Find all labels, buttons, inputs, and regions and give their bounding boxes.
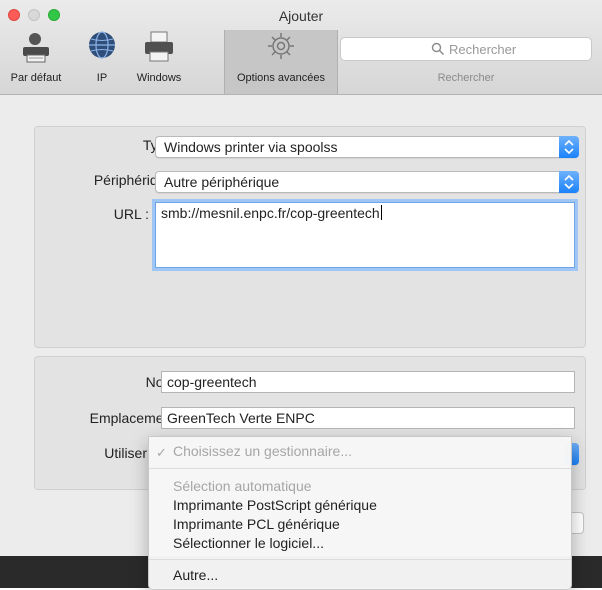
popup-arrows-icon (559, 136, 579, 158)
window-title: Ajouter (278, 8, 324, 24)
default-printer-icon (23, 33, 49, 63)
popup-arrows-icon (559, 171, 579, 193)
toolbar-item-label: IP (96, 72, 108, 84)
text-caret (380, 205, 382, 220)
menu-item-auto-select: Sélection automatique (173, 478, 312, 494)
menu-item-select-software[interactable]: Sélectionner le logiciel... (173, 535, 324, 551)
menu-item-choose-driver[interactable]: Choisissez un gestionnaire... (173, 443, 352, 459)
gear-icon (268, 33, 294, 59)
add-printer-window: Ajouter Par défaut IP Windows Options av… (0, 0, 602, 590)
device-popup[interactable]: Autre périphérique (155, 171, 579, 193)
toolbar-item-advanced[interactable]: Options avancées (224, 30, 338, 94)
type-popup[interactable]: Windows printer via spoolss (155, 136, 579, 158)
url-label: URL : (113, 206, 149, 222)
name-field[interactable]: cop-greentech (161, 371, 575, 393)
toolbar-item-windows[interactable]: Windows (128, 30, 190, 90)
menu-separator (149, 468, 571, 469)
toolbar: Ajouter Par défaut IP Windows Options av… (0, 0, 602, 95)
connection-panel: Type : Windows printer via spoolss Périp… (34, 126, 586, 348)
device-value: Autre périphérique (164, 174, 280, 190)
menu-item-other[interactable]: Autre... (173, 567, 218, 583)
location-value: GreenTech Verte ENPC (167, 410, 315, 426)
url-field[interactable]: smb://mesnil.enpc.fr/cop-greentech (155, 202, 575, 268)
toolbar-item-label: Windows (136, 72, 182, 84)
name-value: cop-greentech (167, 374, 257, 390)
checkmark-icon: ✓ (156, 445, 167, 460)
toolbar-item-label: Par défaut (10, 72, 62, 84)
use-label: Utiliser (104, 445, 147, 461)
printer-icon (145, 31, 173, 62)
menu-item-pcl[interactable]: Imprimante PCL générique (173, 516, 340, 532)
url-value: smb://mesnil.enpc.fr/cop-greentech (161, 205, 380, 221)
search-field[interactable]: Rechercher (340, 37, 592, 61)
location-field[interactable]: GreenTech Verte ENPC (161, 407, 575, 429)
type-value: Windows printer via spoolss (164, 139, 338, 155)
toolbar-item-label: Options avancées (236, 72, 326, 84)
globe-icon (89, 31, 115, 59)
url-field-text: smb://mesnil.enpc.fr/cop-greentech (161, 205, 382, 221)
driver-menu: ✓ Choisissez un gestionnaire... Sélectio… (148, 436, 572, 590)
search-icon (431, 42, 444, 55)
menu-separator (149, 559, 571, 560)
search-label: Rechercher (437, 72, 495, 84)
toolbar-item-ip[interactable]: IP (80, 30, 124, 90)
menu-item-postscript[interactable]: Imprimante PostScript générique (173, 497, 377, 513)
toolbar-item-default[interactable]: Par défaut (0, 30, 72, 90)
search-placeholder: Rechercher (449, 42, 517, 57)
